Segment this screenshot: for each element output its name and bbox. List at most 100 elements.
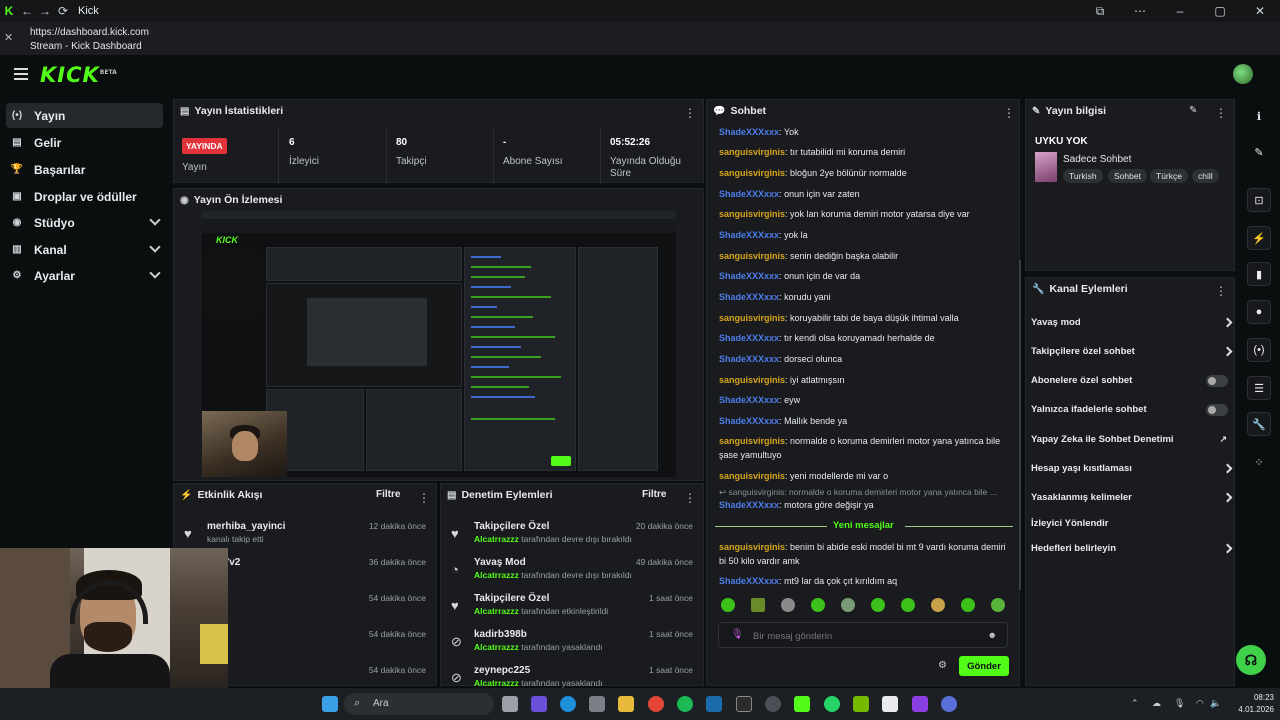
activity-filter-button[interactable]: Filtre xyxy=(376,489,400,500)
chat-username[interactable]: ShadeXXXxxx xyxy=(719,271,779,281)
chat-username[interactable]: ShadeXXXxxx xyxy=(719,354,779,364)
url-text[interactable]: https://dashboard.kick.com xyxy=(30,26,149,39)
chat-username[interactable]: ShadeXXXxxx xyxy=(719,416,779,426)
account-age-row[interactable]: Hesap yaşı kısıtlaması xyxy=(1031,463,1233,481)
sidebar-item-kanal[interactable]: ▥ Kanal xyxy=(6,237,163,262)
activity-menu-icon[interactable] xyxy=(418,489,422,501)
minimize-icon[interactable]: – xyxy=(1160,4,1200,19)
broadcast-icon[interactable]: (•) xyxy=(1247,338,1271,362)
emotes-only-toggle[interactable] xyxy=(1206,404,1228,416)
sidebar-item-yayin[interactable]: (•) Yayın xyxy=(6,103,163,128)
nvidia-icon[interactable] xyxy=(853,696,869,712)
chat-username[interactable]: sanguisvirginis xyxy=(719,209,785,219)
more-menu-icon[interactable]: ⋯ xyxy=(1120,4,1160,19)
moderator-name[interactable]: Alcatrrazzz xyxy=(474,570,519,580)
taskbar-clock[interactable]: 08:23 4.01.2026 xyxy=(1222,692,1274,716)
chat-message[interactable]: sanguisvirginis: normalde o koruma demir… xyxy=(719,434,1011,462)
chat-username[interactable]: ShadeXXXxxx xyxy=(719,576,779,586)
chat-message[interactable]: ShadeXXXxxx: tır kendi olsa koruyamadı h… xyxy=(719,331,1011,345)
chat-icon[interactable]: ● xyxy=(1247,300,1271,324)
emoji-picker-icon[interactable]: ☻ xyxy=(988,630,997,640)
steam-icon[interactable] xyxy=(706,696,722,712)
sidebar-item-gelir[interactable]: ▤ Gelir xyxy=(6,130,163,155)
stream-preview-video[interactable]: KICK xyxy=(202,211,676,477)
chat-message[interactable]: ShadeXXXxxx: mt9 lar da çok çıt kırıldım… xyxy=(719,574,1011,588)
chat-username[interactable]: ShadeXXXxxx xyxy=(719,230,779,240)
tray-mic-icon[interactable]: 🎙 xyxy=(1174,698,1185,709)
close-tab-icon[interactable]: ✕ xyxy=(4,32,13,45)
g-app-icon[interactable] xyxy=(882,696,898,712)
chat-username[interactable]: sanguisvirginis xyxy=(719,375,785,385)
chat-username[interactable]: sanguisvirginis xyxy=(719,313,785,323)
chat-username[interactable]: ShadeXXXxxx xyxy=(719,500,779,510)
info-icon[interactable]: ℹ xyxy=(1247,104,1271,128)
maximize-icon[interactable]: ▢ xyxy=(1200,4,1240,19)
task-view-icon[interactable] xyxy=(502,696,518,712)
pip-icon[interactable]: ⧉ xyxy=(1080,4,1120,19)
kick-taskbar-icon[interactable] xyxy=(794,696,810,712)
chat-settings-gear-icon[interactable]: ⚙ xyxy=(938,660,947,671)
sidebar-item-droplar[interactable]: ▣ Droplar ve ödüller xyxy=(6,184,163,209)
tag[interactable]: Turkish xyxy=(1063,169,1103,183)
layout-icon[interactable]: ⁘ xyxy=(1247,450,1271,474)
visual-studio-icon[interactable] xyxy=(912,696,928,712)
chat-message[interactable]: sanguisvirginis: senin dediğin başka ola… xyxy=(719,249,1011,263)
pencil-icon[interactable]: ✎ xyxy=(1247,140,1271,164)
edit-icon[interactable]: ✎ xyxy=(1189,105,1197,116)
emote-icon[interactable] xyxy=(901,598,915,612)
chat-menu-icon[interactable] xyxy=(1003,104,1007,116)
tag[interactable]: Sohbet xyxy=(1108,169,1147,183)
moderator-name[interactable]: Alcatrrazzz xyxy=(474,642,519,652)
taskbar-search[interactable]: ⌕ Ara xyxy=(344,693,494,715)
subscribers-only-toggle[interactable] xyxy=(1206,375,1228,387)
back-arrow-icon[interactable]: ← xyxy=(18,4,36,18)
chat-message[interactable]: ShadeXXXxxx: onun için de var da xyxy=(719,269,1011,283)
sidebar-item-ayarlar[interactable]: ⚙ Ayarlar xyxy=(6,263,163,288)
forward-arrow-icon[interactable]: → xyxy=(36,4,54,18)
tray-wifi-icon[interactable]: ◠ xyxy=(1196,698,1204,709)
lightning-icon[interactable]: ⚡ xyxy=(1247,226,1271,250)
capcut-icon[interactable] xyxy=(736,696,752,712)
emote-icon[interactable] xyxy=(751,598,765,612)
chat-username[interactable]: ShadeXXXxxx xyxy=(719,333,779,343)
chat-message[interactable]: ShadeXXXxxx: yok la xyxy=(719,228,1011,242)
emote-icon[interactable] xyxy=(871,598,885,612)
moderator-name[interactable]: Alcatrrazzz xyxy=(474,678,519,688)
chat-username[interactable]: sanguisvirginis xyxy=(719,147,785,157)
moderator-name[interactable]: Alcatrrazzz xyxy=(474,606,519,616)
tag[interactable]: Türkçe xyxy=(1150,169,1188,183)
emote-icon[interactable] xyxy=(841,598,855,612)
sidebar-item-studyo[interactable]: ◉ Stüdyo xyxy=(6,210,163,235)
obs-icon[interactable] xyxy=(765,696,781,712)
chat-username[interactable]: sanguisvirginis xyxy=(719,436,785,446)
tag[interactable]: chill xyxy=(1192,169,1219,183)
moderation-menu-icon[interactable] xyxy=(684,489,688,501)
edge-icon[interactable] xyxy=(560,696,576,712)
windows-start-icon[interactable] xyxy=(322,696,338,712)
emote-icon[interactable] xyxy=(961,598,975,612)
moderation-filter-button[interactable]: Filtre xyxy=(642,489,666,500)
stream-info-menu-icon[interactable] xyxy=(1215,104,1219,116)
spotify-icon[interactable] xyxy=(677,696,693,712)
wrench-icon[interactable]: 🔧 xyxy=(1247,412,1271,436)
moderator-name[interactable]: Alcatrrazzz xyxy=(474,534,519,544)
chrome-icon[interactable] xyxy=(648,696,664,712)
chat-message[interactable]: sanguisvirginis: tır tutabilidi mi korum… xyxy=(719,145,1011,159)
chat-message[interactable]: ShadeXXXxxx: Yok xyxy=(719,125,1011,139)
chat-message[interactable]: sanguisvirginis: yok lan koruma demiri m… xyxy=(719,207,1011,221)
store-icon[interactable] xyxy=(589,696,605,712)
channel-actions-menu-icon[interactable] xyxy=(1215,282,1219,294)
chat-username[interactable]: ShadeXXXxxx xyxy=(719,127,779,137)
chat-message[interactable]: sanguisvirginis: iyi atlatmışsın xyxy=(719,373,1011,387)
emote-icon[interactable] xyxy=(721,598,735,612)
emote-icon[interactable] xyxy=(991,598,1005,612)
category-thumbnail[interactable] xyxy=(1035,152,1057,182)
whatsapp-icon[interactable] xyxy=(824,696,840,712)
chat-username[interactable]: sanguisvirginis xyxy=(719,471,785,481)
chat-message[interactable]: sanguisvirginis: bloğun 2ye bölünür norm… xyxy=(719,166,1011,180)
reply-preview[interactable]: ↩ sanguisvirginis: normalde o koruma dem… xyxy=(719,487,1009,498)
chat-scrollbar[interactable] xyxy=(1019,260,1021,590)
reload-icon[interactable]: ⟳ xyxy=(54,4,72,18)
send-button[interactable]: Gönder xyxy=(959,656,1009,676)
chat-message[interactable]: ShadeXXXxxx: motora göre değişir ya xyxy=(719,498,1011,512)
